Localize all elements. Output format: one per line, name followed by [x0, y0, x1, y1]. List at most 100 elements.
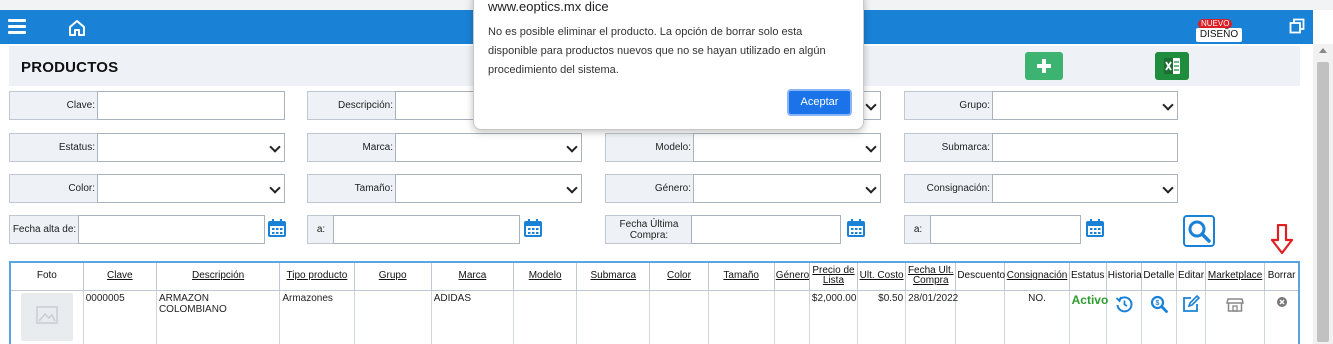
hamburger-icon[interactable]	[8, 19, 26, 35]
col-historia: Historia	[1105, 261, 1142, 291]
tamano-select[interactable]	[395, 174, 582, 203]
cell-ult-costo: $0.50	[857, 289, 907, 344]
clave-input[interactable]	[97, 91, 285, 120]
color-label: Color:	[9, 174, 97, 203]
consignacion-select[interactable]	[992, 174, 1178, 203]
cell-clave: 0000005	[82, 289, 157, 344]
genero-select[interactable]	[693, 174, 881, 203]
col-tamano[interactable]: Tamaño	[707, 261, 775, 291]
col-clave[interactable]: Clave	[82, 261, 157, 291]
col-tipo-producto[interactable]: Tipo producto	[279, 261, 355, 291]
col-genero[interactable]: Género	[773, 261, 810, 291]
clave-label: Clave:	[9, 91, 97, 120]
calendar-icon[interactable]	[267, 218, 287, 238]
col-foto: Foto	[9, 261, 84, 291]
marca-select[interactable]	[395, 133, 582, 162]
cell-marca: ADIDAS	[430, 289, 515, 344]
cell-fecha-ult-compra: 28/01/2022	[905, 289, 958, 344]
cell-editar	[1175, 289, 1207, 344]
modelo-label: Modelo:	[605, 133, 693, 162]
fecha-alta-a-label: a:	[307, 215, 334, 244]
col-precio-lista[interactable]: Precio de Lista	[808, 261, 859, 291]
products-table: Foto Clave Descripción Tipo producto Gru…	[9, 261, 1300, 344]
cell-descripcion: ARMAZON COLOMBIANO	[155, 289, 281, 344]
history-icon[interactable]	[1115, 295, 1133, 313]
scrollbar-thumb[interactable]	[1317, 62, 1329, 342]
cell-tipo-producto: Armazones	[279, 289, 355, 344]
scroll-up-arrow-icon[interactable]	[1319, 48, 1327, 53]
modelo-select[interactable]	[693, 133, 881, 162]
table-header-row: Foto Clave Descripción Tipo producto Gru…	[9, 261, 1300, 291]
calendar-icon[interactable]	[1085, 218, 1105, 238]
calendar-icon[interactable]	[846, 218, 866, 238]
descripcion-input[interactable]	[395, 91, 475, 120]
detail-search-icon[interactable]: $	[1150, 295, 1168, 313]
excel-icon	[1164, 58, 1180, 74]
fecha-ultima-compra-label: Fecha Última Compra:	[605, 215, 692, 244]
delete-circle-icon[interactable]	[1273, 295, 1291, 313]
vertical-scrollbar[interactable]	[1313, 44, 1333, 344]
col-editar: Editar	[1175, 261, 1207, 291]
cell-precio-lista: $2,000.00	[808, 289, 859, 344]
dialog-message: No es posible eliminar el producto. La o…	[488, 26, 826, 76]
col-ult-costo[interactable]: Ult. Costo	[857, 261, 907, 291]
arrow-down-icon	[1271, 224, 1293, 254]
add-product-button[interactable]	[1025, 52, 1063, 80]
plus-icon	[1037, 59, 1051, 73]
descripcion-label: Descripción:	[307, 91, 395, 120]
export-excel-button[interactable]	[1155, 52, 1189, 80]
table-row[interactable]: 0000005 ARMAZON COLOMBIANO Armazones ADI…	[9, 289, 1300, 344]
fecha-compra-a-label: a:	[904, 215, 931, 244]
search-icon	[1188, 220, 1211, 243]
hidden-select-input[interactable]	[862, 91, 881, 120]
marca-label: Marca:	[307, 133, 395, 162]
col-grupo[interactable]: Grupo	[353, 261, 432, 291]
svg-text:$: $	[1155, 300, 1159, 307]
cell-genero	[773, 289, 810, 344]
fecha-compra-hasta-input[interactable]	[930, 215, 1081, 244]
cell-tamano	[707, 289, 775, 344]
consignacion-label: Consignación:	[904, 174, 992, 203]
dialog-title: www.eoptics.mx dice	[488, 0, 609, 14]
fecha-alta-input[interactable]	[78, 215, 265, 244]
restore-window-icon[interactable]	[1289, 18, 1305, 34]
submarca-input[interactable]	[992, 133, 1178, 162]
status-badge: Activo	[1071, 292, 1109, 307]
col-descripcion[interactable]: Descripción	[155, 261, 281, 291]
marketplace-store-icon[interactable]	[1226, 295, 1245, 313]
col-fecha-ult-compra[interactable]: Fecha Ult. Compra	[905, 261, 957, 291]
col-modelo[interactable]: Modelo	[513, 261, 578, 291]
calendar-icon[interactable]	[523, 218, 543, 238]
color-select[interactable]	[97, 174, 285, 203]
col-submarca[interactable]: Submarca	[576, 261, 651, 291]
fecha-ultima-compra-input[interactable]	[691, 215, 841, 244]
fecha-alta-hasta-input[interactable]	[333, 215, 520, 244]
grupo-label: Grupo:	[904, 91, 992, 120]
genero-label: Género:	[605, 174, 693, 203]
estatus-select[interactable]	[97, 133, 285, 162]
fecha-alta-label: Fecha alta de:	[9, 215, 79, 244]
edit-icon[interactable]	[1182, 294, 1200, 313]
alert-dialog: www.eoptics.mx dice No es posible elimin…	[473, 0, 864, 130]
col-consignacion[interactable]: Consignación	[1004, 261, 1070, 291]
new-design-badge[interactable]: NUEVO DISEÑO	[1196, 19, 1246, 45]
cell-consignacion: NO.	[1004, 289, 1070, 344]
estatus-label: Estatus:	[9, 133, 97, 162]
cell-detalle: $	[1140, 289, 1177, 344]
cell-estatus: Activo	[1068, 289, 1109, 344]
tamano-label: Tamaño:	[307, 174, 395, 203]
page-title: PRODUCTOS	[21, 59, 119, 76]
search-button[interactable]	[1183, 215, 1215, 247]
col-marketplace[interactable]: Marketplace	[1205, 261, 1266, 291]
grupo-select[interactable]	[992, 91, 1178, 120]
home-icon[interactable]	[67, 18, 87, 38]
col-marca[interactable]: Marca	[430, 261, 515, 291]
cell-marketplace	[1205, 289, 1266, 344]
cell-grupo	[353, 289, 432, 344]
accept-button[interactable]: Aceptar	[787, 89, 852, 116]
submarca-label: Submarca:	[904, 133, 992, 162]
col-color[interactable]: Color	[649, 261, 709, 291]
image-placeholder-icon	[36, 305, 58, 324]
cell-foto	[9, 289, 84, 344]
badge-design-label: DISEÑO	[1196, 28, 1242, 42]
